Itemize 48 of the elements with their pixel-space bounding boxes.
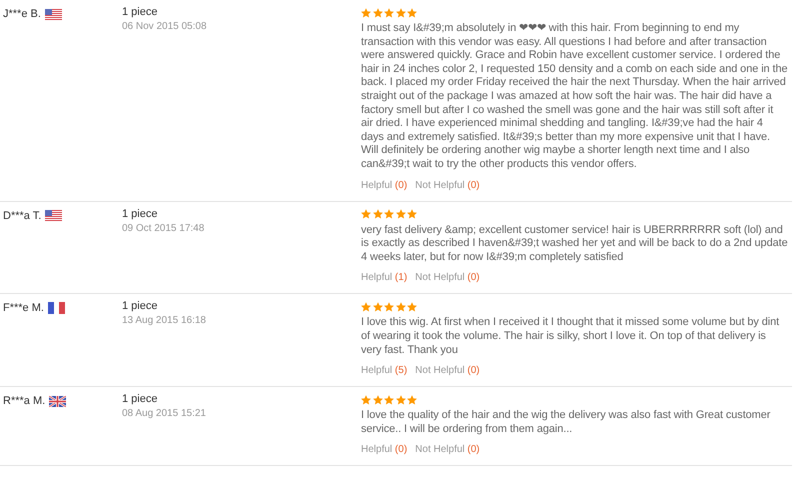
not-helpful-link[interactable]: Not Helpful (0) xyxy=(415,180,480,191)
flag-icon xyxy=(44,8,62,20)
helpful-link[interactable]: Helpful (0) xyxy=(361,180,408,191)
review-text: I love this wig. At first when I received it I thought that it missed some volume but by dint of wearing it took the volume. The hair is silky, short I love it. On top of that delivery is very fast. Thank you xyxy=(361,316,780,358)
reviewer-name: R***a M. xyxy=(3,395,46,408)
quantity: 1 piece xyxy=(122,393,158,406)
star-icon xyxy=(407,8,417,18)
star-icon xyxy=(407,394,417,405)
star-icon xyxy=(396,302,406,312)
star-icon xyxy=(361,394,371,405)
star-icon xyxy=(396,8,406,18)
star-icon xyxy=(372,394,382,405)
review-text: I must say I&#39;m absolutely in ❤❤❤ with this hair. From beginning to end my transaction with this vendor was easy. All questions I had before and after transaction were answered quickly. Grace and Robin have excellent customer service. I ordered the hair in 24 inches color 2, I requested 150 density and a comb on each side and one in the back. I placed my order Friday received the hair the next Thursday. When the hair arrived straight out of the package I was amazed at how soft the hair was. The hair did have a factory smell but after I co washed the smell was gone and the hair was still soft after it air dried. I have experienced minimal shedding and tangling. I&#39;ve had the hair 4 days and extremely satisfied. It&#39;s better than my more expensive unit that I have. Will definitely be ordering another wig maybe a shorter length next time and I also can&#39;t wait to try the other products this vendor offers. xyxy=(361,22,788,172)
review-text: I love the quality of the hair and the wig the delivery was also fast with Great customer service.. I will be ordering from them again... xyxy=(361,409,772,436)
not-helpful-link[interactable]: Not Helpful (0) xyxy=(415,444,480,456)
helpful-link[interactable]: Helpful (0) xyxy=(361,444,408,456)
flag-icon xyxy=(49,396,66,407)
star-icon xyxy=(372,209,382,220)
star-icon xyxy=(396,394,406,405)
star-icon xyxy=(361,302,371,312)
star-icon xyxy=(372,8,382,18)
not-helpful-link[interactable]: Not Helpful (0) xyxy=(415,272,480,284)
star-icon xyxy=(396,209,406,220)
flag-icon xyxy=(45,210,62,222)
review-date: 13 Aug 2015 16:18 xyxy=(122,315,207,326)
star-icon xyxy=(361,209,371,220)
star-icon xyxy=(361,8,371,18)
helpful-link[interactable]: Helpful (1) xyxy=(361,272,408,284)
not-helpful-link[interactable]: Not Helpful (0) xyxy=(415,365,480,376)
review-text: very fast delivery &amp; excellent customer service! hair is UBERRRRRRR soft (lol) and is exactly as described I haven&#39;t washed her yet and will be back to do a 2nd update 4 weeks later, but for now I&#39;m completely satisfied xyxy=(361,224,788,264)
flag-icon xyxy=(48,302,65,314)
helpful-link[interactable]: Helpful (5) xyxy=(361,365,408,376)
quantity: 1 piece xyxy=(122,208,158,220)
star-icon xyxy=(407,302,417,312)
reviewer-name: D***a T. xyxy=(3,210,42,222)
star-icon xyxy=(407,209,417,220)
star-icon xyxy=(372,302,382,312)
quantity: 1 piece xyxy=(122,300,158,312)
review-date: 08 Aug 2015 15:21 xyxy=(122,408,207,420)
review-date: 09 Oct 2015 17:48 xyxy=(122,222,206,234)
star-icon xyxy=(384,8,394,18)
reviewer-name: J***e B. xyxy=(3,8,41,20)
reviewer-name: F***e M. xyxy=(3,302,44,314)
star-icon xyxy=(384,394,394,405)
star-icon xyxy=(384,302,394,312)
review-date: 06 Nov 2015 05:08 xyxy=(122,21,208,32)
star-icon xyxy=(384,209,394,220)
quantity: 1 piece xyxy=(122,6,158,18)
